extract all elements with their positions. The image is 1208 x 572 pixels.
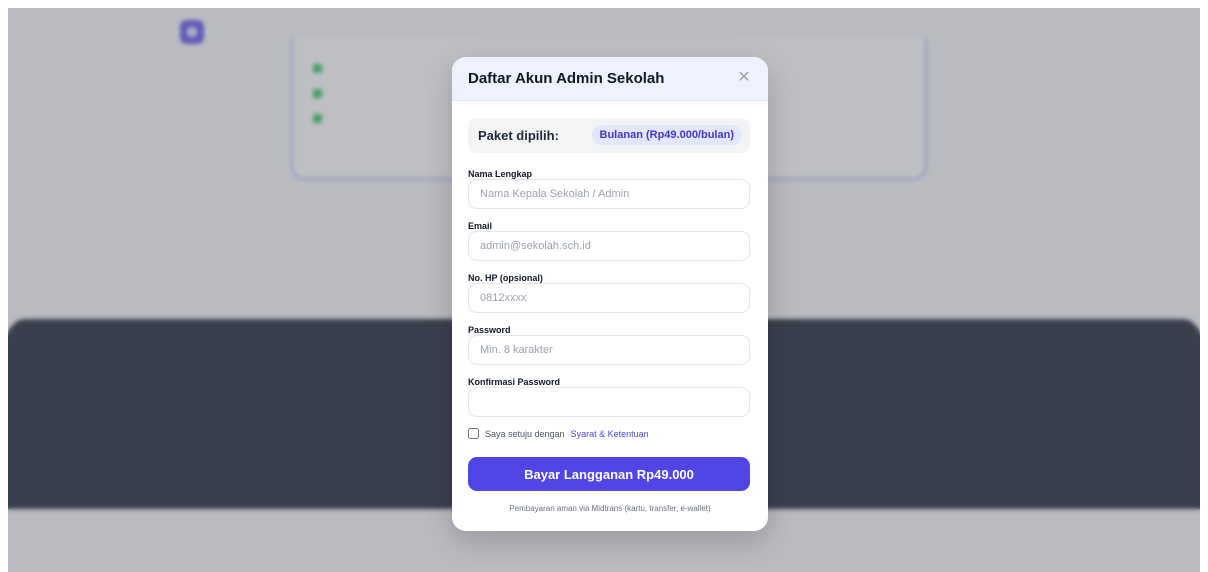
phone-input[interactable] [468, 283, 750, 313]
pay-subscription-button[interactable]: Bayar Langganan Rp49.000 [468, 457, 750, 491]
register-admin-modal: Daftar Akun Admin Sekolah ✕ Paket dipili… [452, 57, 768, 531]
terms-link[interactable]: Syarat & Ketentuan [571, 429, 649, 439]
plan-label: Paket dipilih: [478, 128, 559, 143]
full-name-input[interactable] [468, 179, 750, 209]
selected-plan-box: Paket dipilih: Bulanan (Rp49.000/bulan) [468, 118, 750, 153]
password-label: Password [468, 325, 511, 335]
plan-badge: Bulanan (Rp49.000/bulan) [591, 125, 742, 145]
email-input[interactable] [468, 231, 750, 261]
close-icon[interactable]: ✕ [734, 68, 754, 88]
modal-header: Daftar Akun Admin Sekolah ✕ [452, 57, 768, 101]
confirm-password-input[interactable] [468, 387, 750, 417]
password-input[interactable] [468, 335, 750, 365]
full-name-label: Nama Lengkap [468, 169, 533, 179]
terms-text: Saya setuju dengan [485, 428, 565, 439]
phone-label: No. HP (opsional) [468, 273, 543, 283]
payment-note: Pembayaran aman via Midtrans (kartu, tra… [509, 504, 711, 513]
confirm-password-label: Konfirmasi Password [468, 377, 561, 387]
terms-checkbox[interactable] [468, 428, 479, 439]
email-label: Email [468, 221, 493, 231]
modal-title: Daftar Akun Admin Sekolah [468, 70, 665, 87]
terms-agreement: Saya setuju dengan Syarat & Ketentuan [468, 428, 649, 439]
